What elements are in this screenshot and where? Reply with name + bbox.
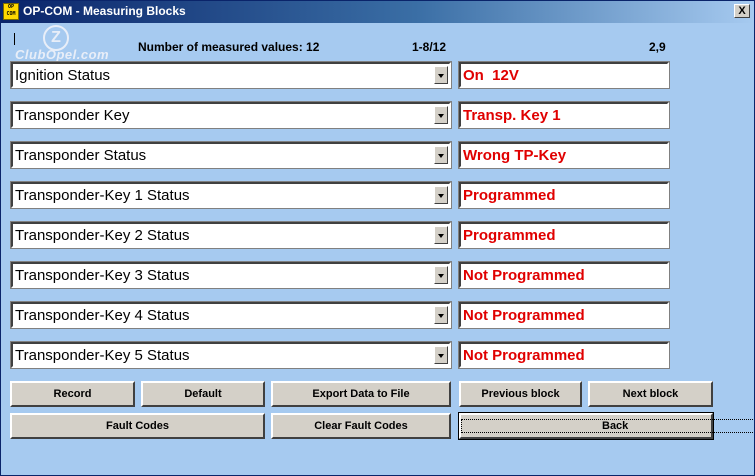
parameter-select[interactable]: Ignition Status xyxy=(10,61,452,89)
clear-fault-codes-button[interactable]: Clear Fault Codes xyxy=(271,413,451,439)
parameter-value: Programmed xyxy=(463,227,556,244)
parameter-select-value: Transponder-Key 5 Status xyxy=(15,347,190,364)
back-button[interactable]: Back xyxy=(458,412,754,440)
watermark-text: ClubOpel.com xyxy=(15,47,110,62)
measure-row: Transponder Status Wrong TP-Key xyxy=(10,141,671,169)
window-title: OP-COM - Measuring Blocks xyxy=(23,4,186,18)
parameter-value: Not Programmed xyxy=(463,347,585,364)
parameter-select-value: Ignition Status xyxy=(15,67,111,84)
default-button[interactable]: Default xyxy=(141,381,265,407)
parameter-value-field: Wrong TP-Key xyxy=(458,141,670,169)
fault-codes-button[interactable]: Fault Codes xyxy=(10,413,265,439)
measure-row: Transponder-Key 4 Status Not Programmed xyxy=(10,301,671,329)
parameter-value: Not Programmed xyxy=(463,307,585,324)
parameter-value: Not Programmed xyxy=(463,267,585,284)
measured-values-count: Number of measured values: 12 xyxy=(138,40,320,54)
parameter-value: Transp. Key 1 xyxy=(463,107,561,124)
block-range: 1-8/12 xyxy=(412,40,447,54)
measure-row: Transponder-Key 5 Status Not Programmed xyxy=(10,341,671,369)
next-block-button[interactable]: Next block xyxy=(588,381,713,407)
dropdown-arrow-icon[interactable] xyxy=(434,226,448,244)
parameter-value-field: Programmed xyxy=(458,221,670,249)
parameter-value-field: On 12V xyxy=(458,61,670,89)
close-button[interactable]: X xyxy=(734,4,750,18)
measure-row: Transponder-Key 1 Status Programmed xyxy=(10,181,671,209)
parameter-value-field: Transp. Key 1 xyxy=(458,101,670,129)
parameter-select-value: Transponder-Key 3 Status xyxy=(15,267,190,284)
dropdown-arrow-icon[interactable] xyxy=(434,186,448,204)
parameter-select[interactable]: Transponder-Key 4 Status xyxy=(10,301,452,329)
dropdown-arrow-icon[interactable] xyxy=(434,66,448,84)
parameter-select[interactable]: Transponder-Key 1 Status xyxy=(10,181,452,209)
measure-row: Transponder-Key 2 Status Programmed xyxy=(10,221,671,249)
parameter-value-field: Not Programmed xyxy=(458,261,670,289)
record-button[interactable]: Record xyxy=(10,381,135,407)
parameter-select[interactable]: Transponder Status xyxy=(10,141,452,169)
parameter-select[interactable]: Transponder-Key 5 Status xyxy=(10,341,452,369)
dropdown-arrow-icon[interactable] xyxy=(434,106,448,124)
dropdown-arrow-icon[interactable] xyxy=(434,306,448,324)
previous-block-button[interactable]: Previous block xyxy=(459,381,582,407)
parameter-select[interactable]: Transponder Key xyxy=(10,101,452,129)
parameter-value: Programmed xyxy=(463,187,556,204)
parameter-select[interactable]: Transponder-Key 3 Status xyxy=(10,261,452,289)
parameter-select-value: Transponder Key xyxy=(15,107,130,124)
opcom-app-icon: OP COM xyxy=(3,3,19,20)
parameter-select-value: Transponder Status xyxy=(15,147,147,164)
dropdown-arrow-icon[interactable] xyxy=(434,266,448,284)
watermark: Z ClubOpel.com xyxy=(15,25,115,65)
measure-row: Ignition Status On 12V xyxy=(10,61,671,89)
parameter-select[interactable]: Transponder-Key 2 Status xyxy=(10,221,452,249)
title-bar[interactable]: OP COM OP-COM - Measuring Blocks X xyxy=(1,1,754,23)
back-button-label: Back xyxy=(461,419,754,433)
measure-row: Transponder-Key 3 Status Not Programmed xyxy=(10,261,671,289)
measure-row: Transponder Key Transp. Key 1 xyxy=(10,101,671,129)
measuring-blocks-window: OP COM OP-COM - Measuring Blocks X Z Clu… xyxy=(0,0,755,476)
parameter-value: Wrong TP-Key xyxy=(463,147,567,164)
parameter-select-value: Transponder-Key 1 Status xyxy=(15,187,190,204)
parameter-value-field: Not Programmed xyxy=(458,341,670,369)
version-label: 2,9 xyxy=(649,40,666,54)
parameter-value: On 12V xyxy=(463,67,519,84)
parameter-value-field: Not Programmed xyxy=(458,301,670,329)
dropdown-arrow-icon[interactable] xyxy=(434,346,448,364)
parameter-value-field: Programmed xyxy=(458,181,670,209)
export-data-button[interactable]: Export Data to File xyxy=(271,381,451,407)
parameter-select-value: Transponder-Key 4 Status xyxy=(15,307,190,324)
parameter-select-value: Transponder-Key 2 Status xyxy=(15,227,190,244)
dropdown-arrow-icon[interactable] xyxy=(434,146,448,164)
